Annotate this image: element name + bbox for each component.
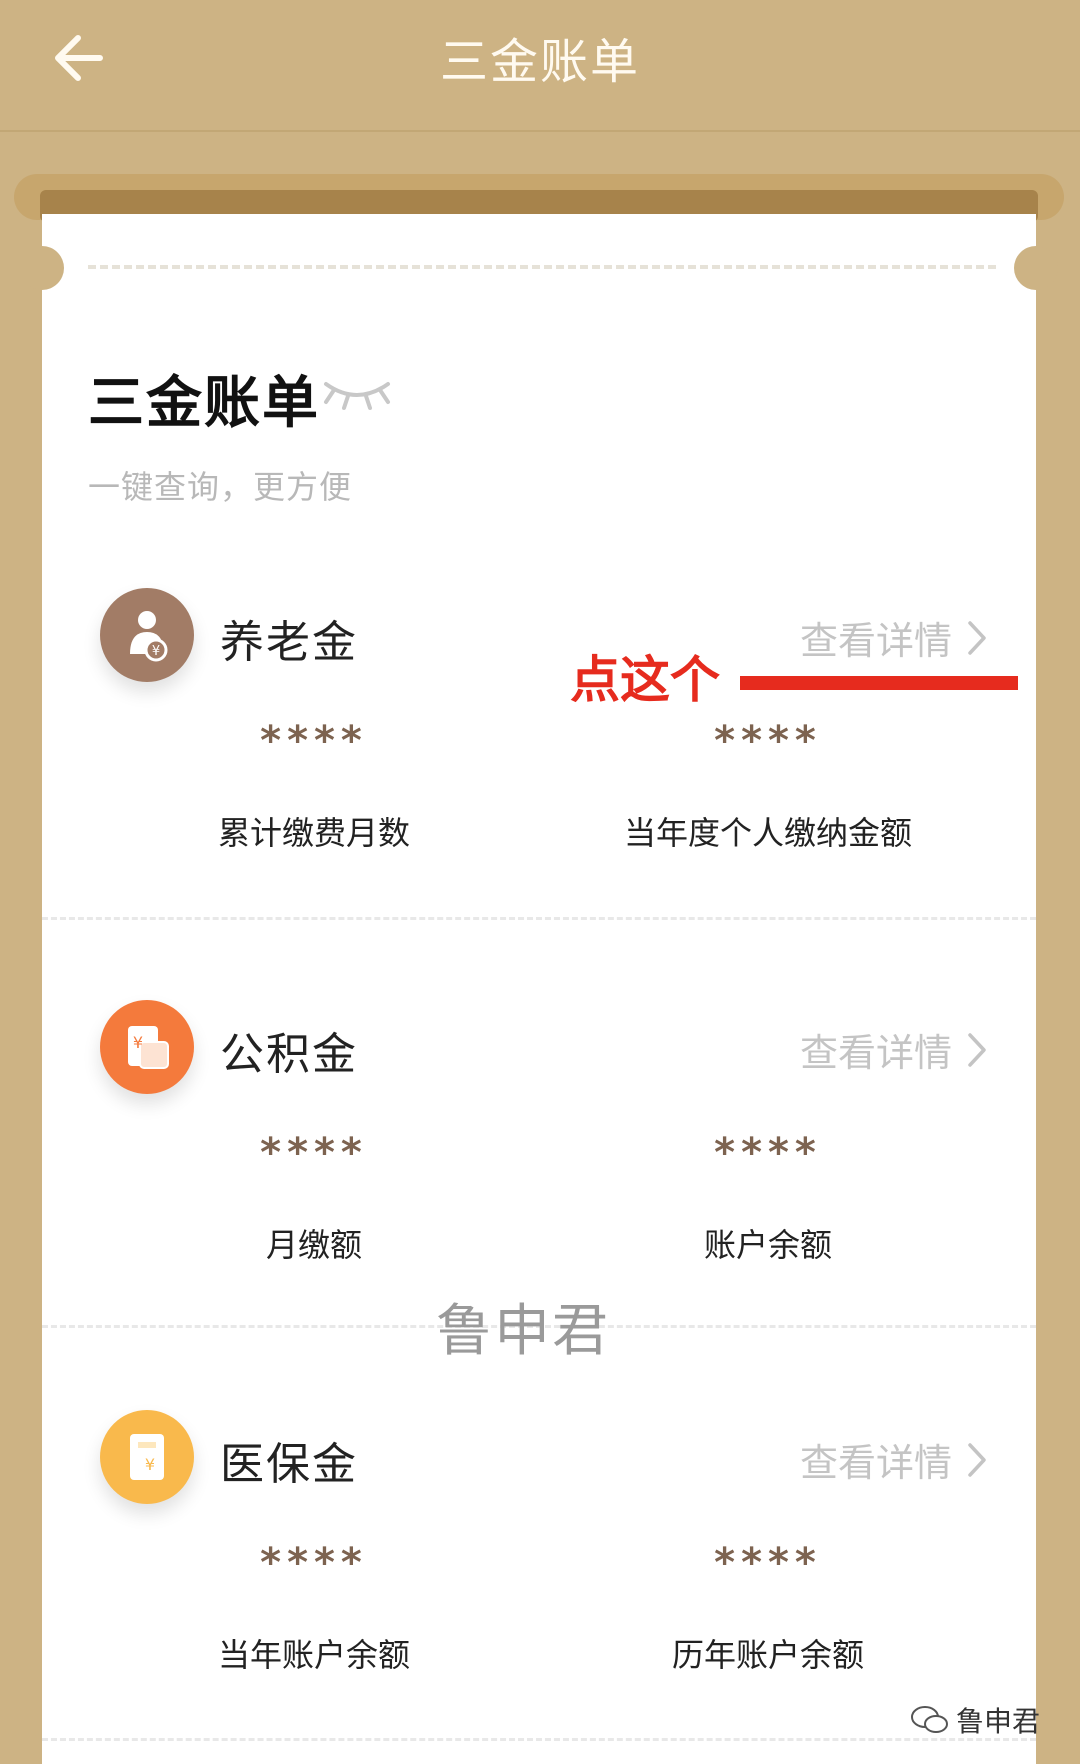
housing-fund-icon: ¥ [100,1000,194,1094]
corner-watermark: 鲁申君 [910,1700,1040,1740]
masked-value: **** [714,1130,822,1176]
chevron-right-icon [968,1442,986,1477]
card-notch-right [1014,246,1058,290]
pension-title: 养老金 [220,617,358,668]
medical-insurance-section: ¥ 医保金 查看详情 **** 当年账户余额 **** 历年账户余额 [42,1410,1036,1764]
medical-insurance-detail-label: 查看详情 [799,1441,952,1485]
section-divider [42,1738,1036,1741]
annotation-underline [740,676,1018,690]
svg-text:¥: ¥ [145,1455,155,1474]
svg-text:¥: ¥ [133,1033,143,1052]
pension-icon: ¥ [100,588,194,682]
metric-label: 月缴额 [265,1226,362,1264]
eye-closed-icon[interactable] [322,372,392,412]
wechat-icon [911,1706,948,1733]
medical-insurance-detail-link[interactable]: 查看详情 [800,1432,988,1487]
chevron-right-icon [968,620,986,655]
svg-text:¥: ¥ [152,644,160,659]
chevron-right-icon [968,1032,986,1067]
housing-fund-detail-link[interactable]: 查看详情 [800,1022,988,1077]
metric-label: 当年度个人缴纳金额 [623,814,912,852]
corner-watermark-text: 鲁申君 [956,1705,1041,1738]
masked-value: **** [714,1540,822,1586]
metric-label: 累计缴费月数 [217,814,410,852]
housing-fund-title: 公积金 [220,1029,358,1080]
pension-detail-link[interactable]: 查看详情 [800,610,988,665]
medical-insurance-title: 医保金 [220,1439,358,1490]
card-notch-left [20,246,64,290]
masked-value: **** [260,1130,368,1176]
metric-label: 当年账户余额 [217,1636,410,1674]
masked-value: **** [714,718,822,764]
card-title: 三金账单 [88,371,320,436]
annotation-text: 点这个 [570,651,720,709]
nav-bar: 三金账单 [0,0,1080,132]
tear-line-divider [88,265,996,269]
masked-value: **** [260,718,368,764]
medical-insurance-icon: ¥ [100,1410,194,1504]
masked-value: **** [260,1540,368,1586]
metric-label: 账户余额 [703,1226,832,1264]
section-divider [42,917,1036,920]
card-subtitle: 一键查询，更方便 [88,468,353,506]
pension-detail-label: 查看详情 [799,619,952,663]
page-title: 三金账单 [439,34,640,90]
housing-fund-detail-label: 查看详情 [799,1031,952,1075]
metric-label: 历年账户余额 [671,1636,864,1674]
watermark-text: 鲁申君 [436,1299,610,1364]
pension-section: ¥ 养老金 查看详情 **** 累计缴费月数 **** 当年度个人缴纳金额 [42,588,1036,998]
